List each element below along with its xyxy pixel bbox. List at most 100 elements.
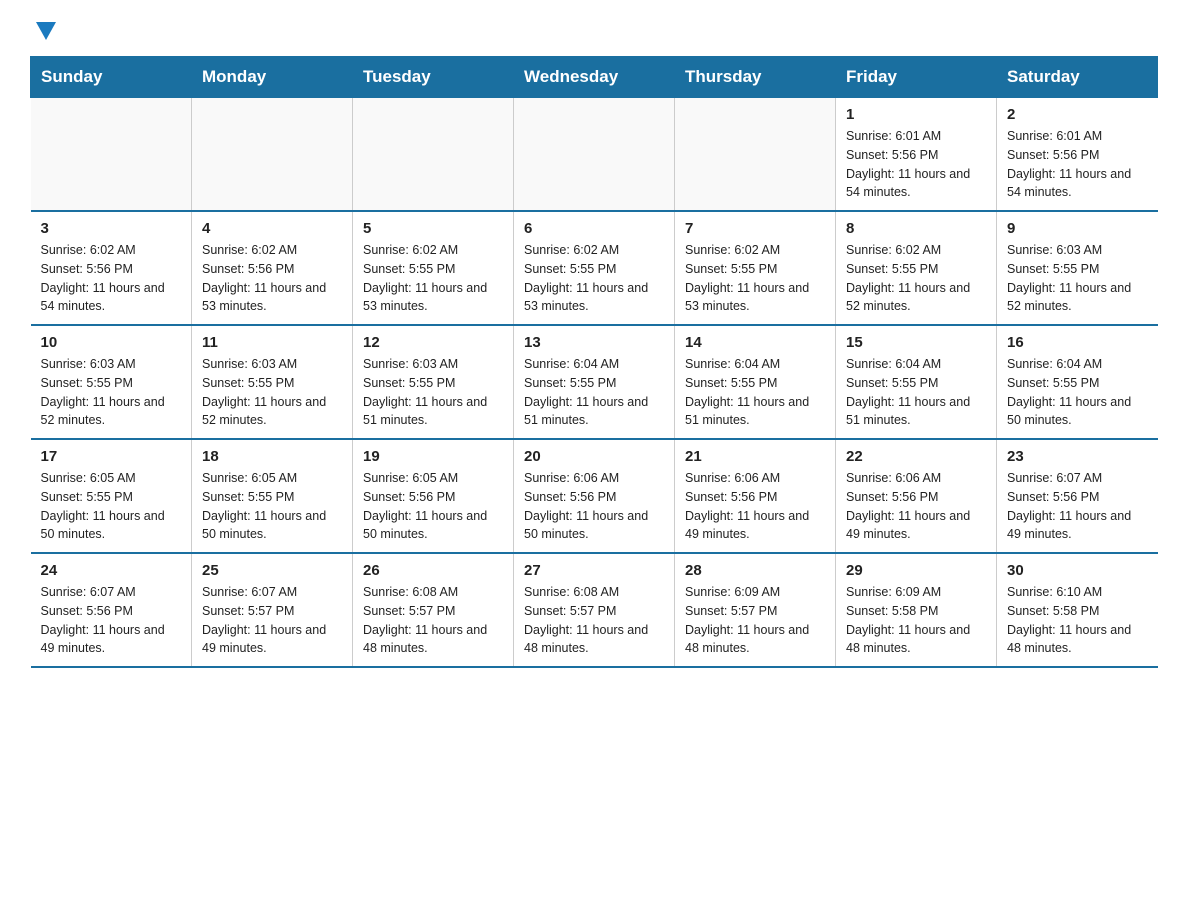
- day-of-week-header: Friday: [836, 57, 997, 98]
- calendar-day-cell: [353, 98, 514, 212]
- calendar-day-cell: [192, 98, 353, 212]
- day-number: 7: [685, 220, 825, 237]
- day-number: 18: [202, 448, 342, 465]
- day-number: 4: [202, 220, 342, 237]
- day-of-week-header: Sunday: [31, 57, 192, 98]
- calendar-day-cell: [514, 98, 675, 212]
- day-number: 8: [846, 220, 986, 237]
- calendar-day-cell: 16 Sunrise: 6:04 AMSunset: 5:55 PMDayligh…: [997, 325, 1158, 439]
- day-sun-info: Sunrise: 6:06 AMSunset: 5:56 PMDaylight:…: [685, 469, 825, 544]
- day-of-week-header: Thursday: [675, 57, 836, 98]
- day-sun-info: Sunrise: 6:03 AMSunset: 5:55 PMDaylight:…: [1007, 241, 1148, 316]
- calendar-day-cell: 30 Sunrise: 6:10 AMSunset: 5:58 PMDayligh…: [997, 553, 1158, 667]
- day-number: 14: [685, 334, 825, 351]
- calendar-day-cell: 12 Sunrise: 6:03 AMSunset: 5:55 PMDayligh…: [353, 325, 514, 439]
- day-sun-info: Sunrise: 6:06 AMSunset: 5:56 PMDaylight:…: [846, 469, 986, 544]
- day-sun-info: Sunrise: 6:02 AMSunset: 5:55 PMDaylight:…: [685, 241, 825, 316]
- day-number: 16: [1007, 334, 1148, 351]
- day-sun-info: Sunrise: 6:03 AMSunset: 5:55 PMDaylight:…: [363, 355, 503, 430]
- day-number: 3: [41, 220, 182, 237]
- day-number: 9: [1007, 220, 1148, 237]
- day-sun-info: Sunrise: 6:05 AMSunset: 5:55 PMDaylight:…: [41, 469, 182, 544]
- page-header: [30, 20, 1158, 40]
- day-sun-info: Sunrise: 6:01 AMSunset: 5:56 PMDaylight:…: [1007, 127, 1148, 202]
- day-number: 22: [846, 448, 986, 465]
- day-sun-info: Sunrise: 6:07 AMSunset: 5:56 PMDaylight:…: [41, 583, 182, 658]
- calendar-week-row: 1 Sunrise: 6:01 AMSunset: 5:56 PMDaylight…: [31, 98, 1158, 212]
- calendar-day-cell: 5 Sunrise: 6:02 AMSunset: 5:55 PMDaylight…: [353, 211, 514, 325]
- day-sun-info: Sunrise: 6:02 AMSunset: 5:56 PMDaylight:…: [202, 241, 342, 316]
- calendar-day-cell: 24 Sunrise: 6:07 AMSunset: 5:56 PMDayligh…: [31, 553, 192, 667]
- calendar-day-cell: 11Sunrise: 6:03 AMSunset: 5:55 PMDayligh…: [192, 325, 353, 439]
- calendar-day-cell: [31, 98, 192, 212]
- day-sun-info: Sunrise: 6:03 AMSunset: 5:55 PMDaylight:…: [41, 355, 182, 430]
- calendar-day-cell: 14Sunrise: 6:04 AMSunset: 5:55 PMDayligh…: [675, 325, 836, 439]
- day-number: 25: [202, 562, 342, 579]
- day-sun-info: Sunrise: 6:06 AMSunset: 5:56 PMDaylight:…: [524, 469, 664, 544]
- calendar-day-cell: 3 Sunrise: 6:02 AMSunset: 5:56 PMDaylight…: [31, 211, 192, 325]
- day-of-week-header: Saturday: [997, 57, 1158, 98]
- day-sun-info: Sunrise: 6:02 AMSunset: 5:55 PMDaylight:…: [363, 241, 503, 316]
- day-sun-info: Sunrise: 6:02 AMSunset: 5:55 PMDaylight:…: [846, 241, 986, 316]
- logo-triangle-icon: [32, 18, 60, 46]
- day-sun-info: Sunrise: 6:08 AMSunset: 5:57 PMDaylight:…: [524, 583, 664, 658]
- day-sun-info: Sunrise: 6:05 AMSunset: 5:56 PMDaylight:…: [363, 469, 503, 544]
- calendar-day-cell: 9 Sunrise: 6:03 AMSunset: 5:55 PMDaylight…: [997, 211, 1158, 325]
- calendar-day-cell: 22 Sunrise: 6:06 AMSunset: 5:56 PMDayligh…: [836, 439, 997, 553]
- day-sun-info: Sunrise: 6:05 AMSunset: 5:55 PMDaylight:…: [202, 469, 342, 544]
- calendar-day-cell: 21 Sunrise: 6:06 AMSunset: 5:56 PMDayligh…: [675, 439, 836, 553]
- day-sun-info: Sunrise: 6:04 AMSunset: 5:55 PMDaylight:…: [846, 355, 986, 430]
- day-number: 6: [524, 220, 664, 237]
- calendar-day-cell: 23 Sunrise: 6:07 AMSunset: 5:56 PMDayligh…: [997, 439, 1158, 553]
- calendar-day-cell: 27Sunrise: 6:08 AMSunset: 5:57 PMDayligh…: [514, 553, 675, 667]
- day-number: 28: [685, 562, 825, 579]
- day-number: 10: [41, 334, 182, 351]
- day-sun-info: Sunrise: 6:04 AMSunset: 5:55 PMDaylight:…: [1007, 355, 1148, 430]
- calendar-day-cell: 13Sunrise: 6:04 AMSunset: 5:55 PMDayligh…: [514, 325, 675, 439]
- calendar-day-cell: 4 Sunrise: 6:02 AMSunset: 5:56 PMDaylight…: [192, 211, 353, 325]
- day-number: 5: [363, 220, 503, 237]
- calendar-day-cell: 15 Sunrise: 6:04 AMSunset: 5:55 PMDayligh…: [836, 325, 997, 439]
- day-number: 24: [41, 562, 182, 579]
- day-number: 19: [363, 448, 503, 465]
- calendar-day-cell: 7 Sunrise: 6:02 AMSunset: 5:55 PMDaylight…: [675, 211, 836, 325]
- day-sun-info: Sunrise: 6:01 AMSunset: 5:56 PMDaylight:…: [846, 127, 986, 202]
- day-number: 11: [202, 334, 342, 351]
- calendar-week-row: 24 Sunrise: 6:07 AMSunset: 5:56 PMDayligh…: [31, 553, 1158, 667]
- day-sun-info: Sunrise: 6:02 AMSunset: 5:56 PMDaylight:…: [41, 241, 182, 316]
- day-of-week-header: Wednesday: [514, 57, 675, 98]
- day-number: 26: [363, 562, 503, 579]
- calendar-header-row: SundayMondayTuesdayWednesdayThursdayFrid…: [31, 57, 1158, 98]
- calendar-day-cell: 25 Sunrise: 6:07 AMSunset: 5:57 PMDayligh…: [192, 553, 353, 667]
- day-sun-info: Sunrise: 6:09 AMSunset: 5:57 PMDaylight:…: [685, 583, 825, 658]
- day-number: 1: [846, 106, 986, 123]
- calendar-week-row: 3 Sunrise: 6:02 AMSunset: 5:56 PMDaylight…: [31, 211, 1158, 325]
- calendar-week-row: 10 Sunrise: 6:03 AMSunset: 5:55 PMDayligh…: [31, 325, 1158, 439]
- calendar-day-cell: 6Sunrise: 6:02 AMSunset: 5:55 PMDaylight…: [514, 211, 675, 325]
- logo: [30, 20, 60, 40]
- day-number: 30: [1007, 562, 1148, 579]
- calendar-week-row: 17 Sunrise: 6:05 AMSunset: 5:55 PMDayligh…: [31, 439, 1158, 553]
- day-of-week-header: Tuesday: [353, 57, 514, 98]
- day-of-week-header: Monday: [192, 57, 353, 98]
- day-number: 29: [846, 562, 986, 579]
- day-number: 12: [363, 334, 503, 351]
- day-number: 23: [1007, 448, 1148, 465]
- calendar-day-cell: 8 Sunrise: 6:02 AMSunset: 5:55 PMDaylight…: [836, 211, 997, 325]
- calendar-day-cell: 2Sunrise: 6:01 AMSunset: 5:56 PMDaylight…: [997, 98, 1158, 212]
- day-number: 15: [846, 334, 986, 351]
- calendar-day-cell: 20 Sunrise: 6:06 AMSunset: 5:56 PMDayligh…: [514, 439, 675, 553]
- day-sun-info: Sunrise: 6:07 AMSunset: 5:57 PMDaylight:…: [202, 583, 342, 658]
- calendar-day-cell: 19 Sunrise: 6:05 AMSunset: 5:56 PMDayligh…: [353, 439, 514, 553]
- calendar-day-cell: 17 Sunrise: 6:05 AMSunset: 5:55 PMDayligh…: [31, 439, 192, 553]
- calendar-day-cell: [675, 98, 836, 212]
- calendar-day-cell: 29Sunrise: 6:09 AMSunset: 5:58 PMDayligh…: [836, 553, 997, 667]
- day-number: 20: [524, 448, 664, 465]
- calendar-table: SundayMondayTuesdayWednesdayThursdayFrid…: [30, 56, 1158, 668]
- calendar-day-cell: 18 Sunrise: 6:05 AMSunset: 5:55 PMDayligh…: [192, 439, 353, 553]
- day-sun-info: Sunrise: 6:10 AMSunset: 5:58 PMDaylight:…: [1007, 583, 1148, 658]
- day-number: 17: [41, 448, 182, 465]
- day-number: 13: [524, 334, 664, 351]
- day-sun-info: Sunrise: 6:07 AMSunset: 5:56 PMDaylight:…: [1007, 469, 1148, 544]
- day-number: 21: [685, 448, 825, 465]
